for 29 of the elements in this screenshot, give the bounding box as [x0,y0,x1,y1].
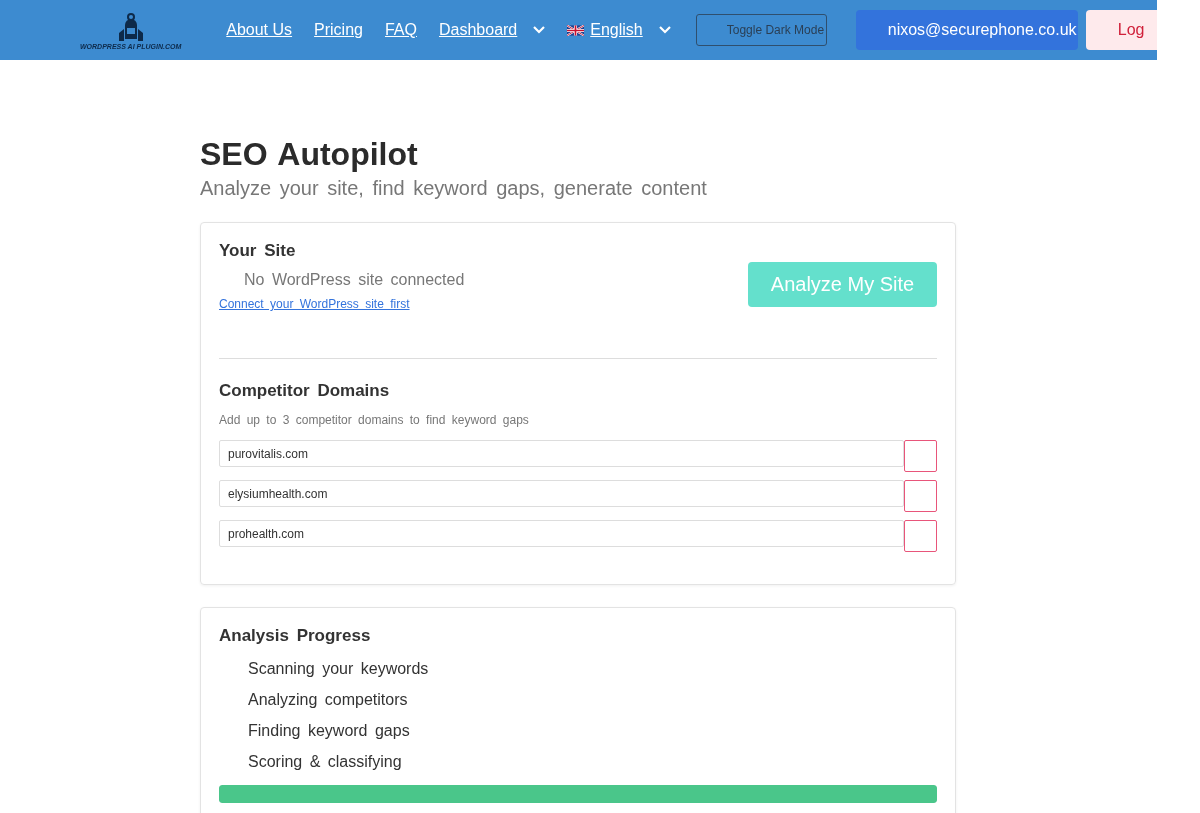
domain-input[interactable]: elysiumhealth.com [219,480,904,507]
card-title: Analysis Progress [219,626,372,646]
section-title: Competitor Domains [219,381,391,401]
connect-link[interactable]: Connect your WordPress site first [219,297,410,311]
dark-mode-button[interactable]: Toggle Dark Mode [695,14,827,46]
nav-dropdown[interactable]: Dashboard [439,21,546,39]
progress-step: Finding keyword gaps [248,722,937,740]
domain-input[interactable]: purovitalis.com [219,440,904,467]
nav-link[interactable]: About Us [226,21,293,39]
card-title: Your Site [219,241,297,261]
section-hint: Add up to 3 competitor domains to find keyword gaps [219,413,530,427]
domain-input[interactable]: prohealth.com [219,520,904,547]
chevron-down-icon [533,26,546,34]
site-status: No WordPress site connected [244,271,465,289]
progress-step: Scanning your keywords [248,660,937,678]
account-button[interactable]: nixos@securephone.co.uk [855,10,1078,50]
page-title: SEO Autopilot [200,136,419,173]
page-subtitle: Analyze your site, find keyword gaps, generate content [200,177,708,200]
nav-link[interactable]: Pricing [314,21,363,39]
language-dropdown[interactable]: English [567,21,671,39]
flag-icon [567,24,585,36]
chevron-down-icon [658,26,671,34]
progress-step: Analyzing competitors [248,691,937,709]
remove-button[interactable] [904,480,937,512]
progress-step: Scoring & classifying [248,753,937,771]
remove-button[interactable] [904,520,937,552]
logout-button[interactable]: Log [1085,10,1157,50]
nav-link[interactable]: FAQ [384,21,417,39]
remove-button[interactable] [904,440,937,472]
